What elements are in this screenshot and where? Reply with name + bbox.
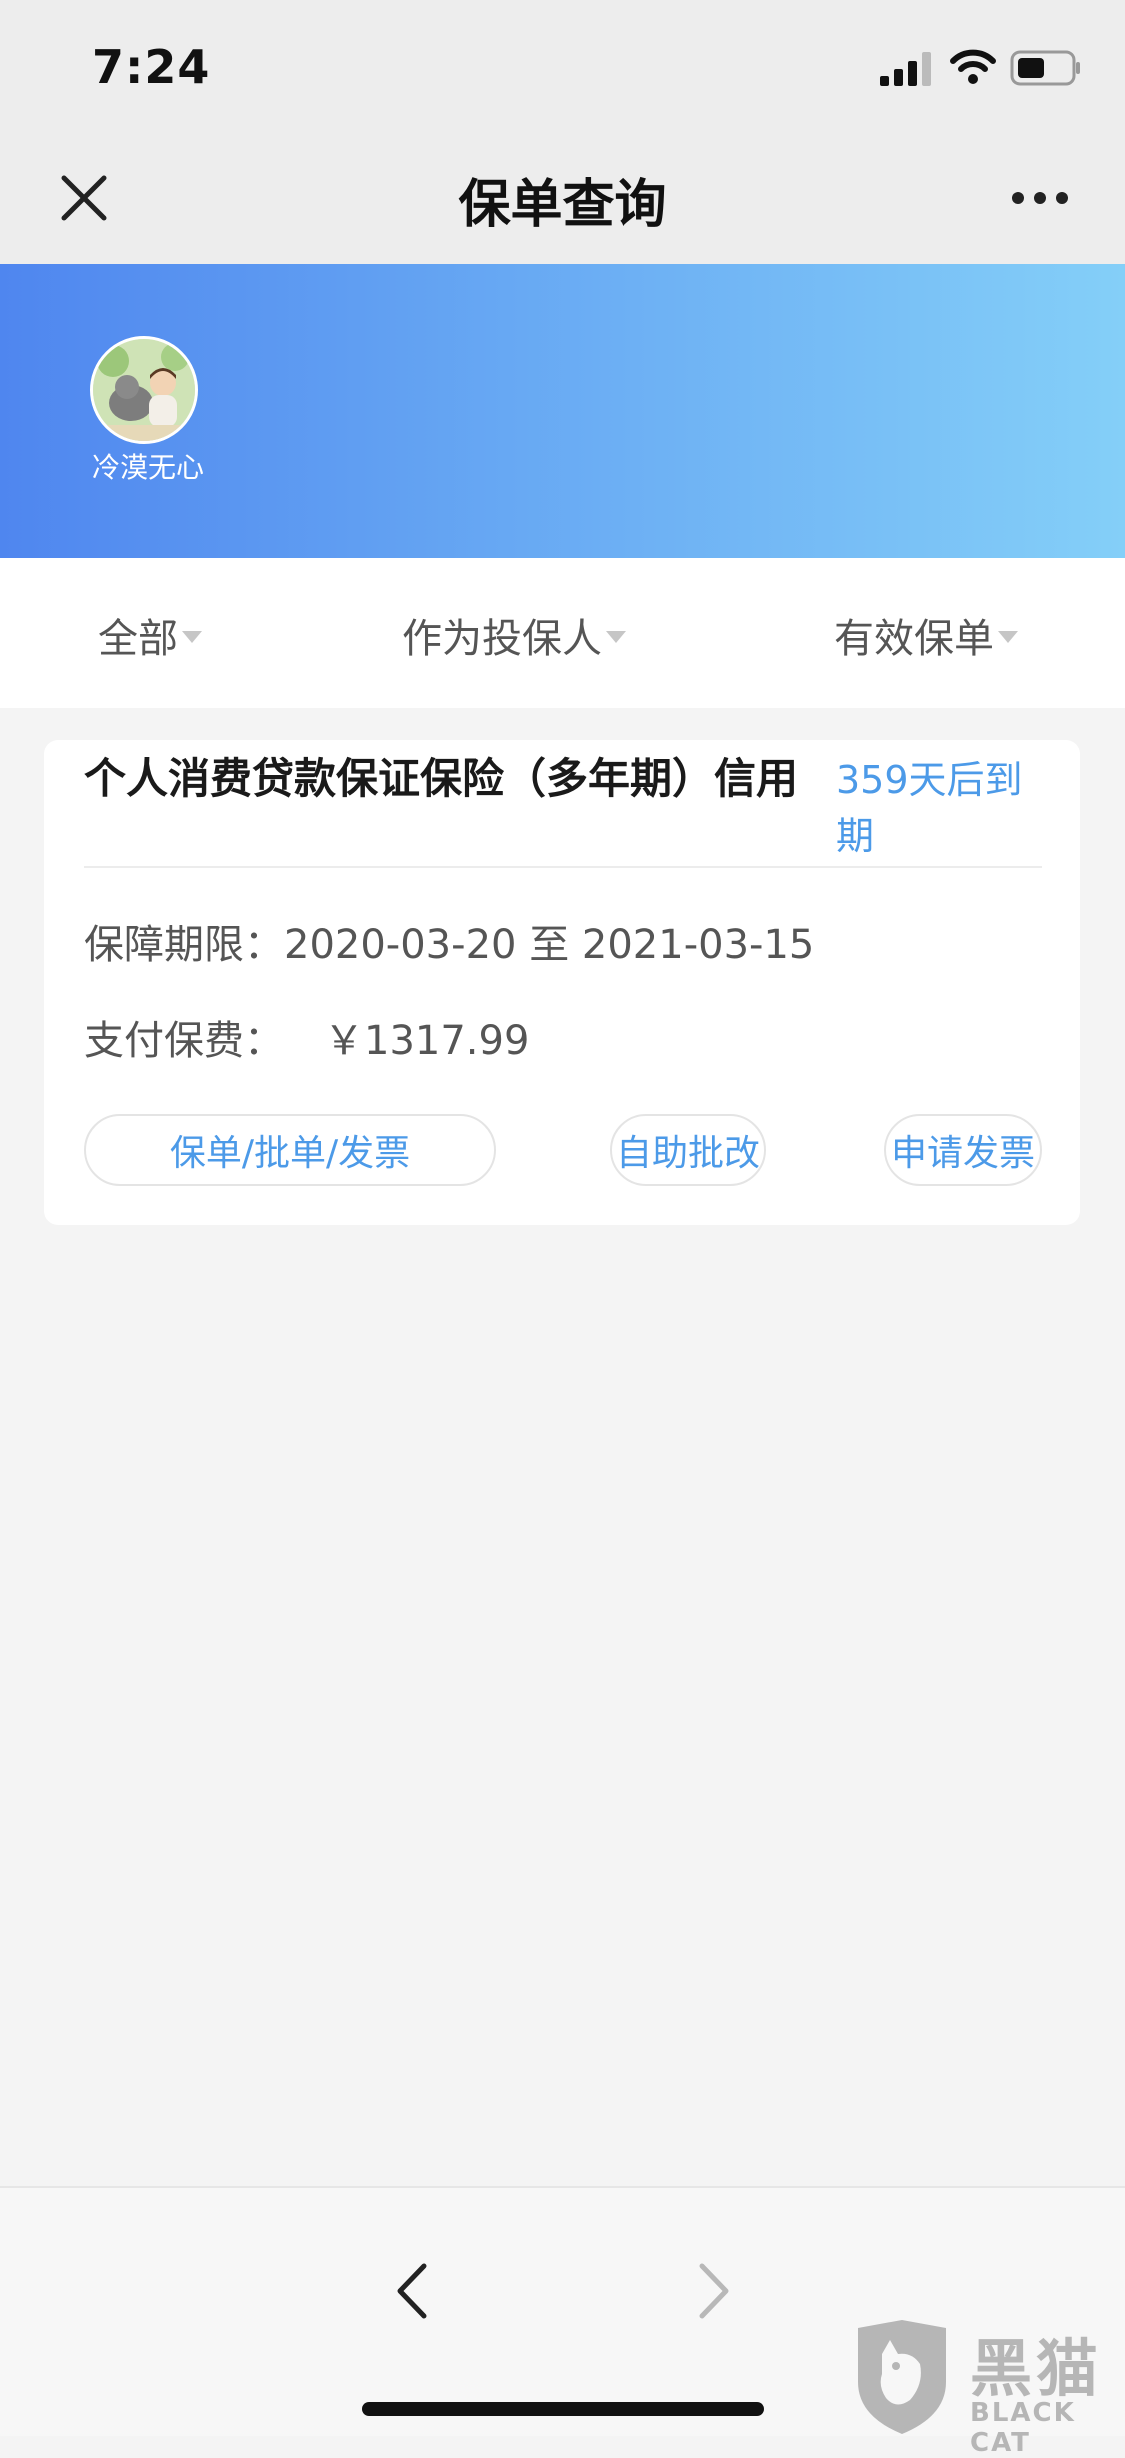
premium-amount: ￥1317.99 <box>324 1018 530 1064</box>
filter-role-dropdown[interactable]: 作为投保人 <box>402 606 626 664</box>
username: 冷漠无心 <box>91 451 204 484</box>
filter-status-label: 有效保单 <box>834 616 994 662</box>
watermark-subtitle: BLACK CAT <box>970 2398 1076 2458</box>
back-arrow-icon[interactable] <box>392 2260 432 2322</box>
more-icon[interactable] <box>1010 190 1070 206</box>
status-time: 7:24 <box>92 40 211 94</box>
expiry-status: 359天后到期 <box>836 758 1023 858</box>
avatar[interactable] <box>90 336 198 444</box>
home-indicator[interactable] <box>362 2402 764 2416</box>
self-endorse-button[interactable]: 自助批改 <box>610 1114 766 1186</box>
coverage-end: 2021-03-15 <box>581 922 815 968</box>
caret-down-icon <box>998 631 1018 643</box>
filter-scope-label: 全部 <box>98 616 178 662</box>
policy-name: 个人消费贷款保证保险（多年期）信用 <box>84 754 799 803</box>
filter-status-dropdown[interactable]: 有效保单 <box>834 606 1018 664</box>
caret-down-icon <box>606 631 626 643</box>
coverage-label: 保障期限： <box>84 922 284 968</box>
filter-role-label: 作为投保人 <box>402 616 602 662</box>
premium-paid: 支付保费： ￥1317.99 <box>84 1008 529 1066</box>
page-title: 保单查询 <box>458 175 667 235</box>
coverage-to: 至 <box>529 922 570 968</box>
premium-label: 支付保费： <box>84 1018 284 1064</box>
profile-banner: 冷漠无心 <box>0 264 1125 558</box>
filter-scope-dropdown[interactable]: 全部 <box>98 606 202 664</box>
documents-button[interactable]: 保单/批单/发票 <box>84 1114 496 1186</box>
avatar-image <box>93 339 195 441</box>
status-bar: 7:24 <box>0 0 1125 132</box>
request-invoice-button[interactable]: 申请发票 <box>884 1114 1042 1186</box>
caret-down-icon <box>182 631 202 643</box>
policy-card[interactable]: 个人消费贷款保证保险（多年期）信用 359天后到期 保障期限：2020-03-2… <box>44 740 1080 1225</box>
watermark: 黑猫 BLACK CAT <box>852 2318 1125 2458</box>
coverage-period: 保障期限：2020-03-20 至 2021-03-15 <box>84 912 814 970</box>
nav-bar: 保单查询 <box>0 132 1125 264</box>
black-cat-logo-icon <box>858 2320 946 2434</box>
battery-icon <box>1010 50 1080 86</box>
wifi-icon <box>950 49 996 84</box>
coverage-start: 2020-03-20 <box>284 922 517 968</box>
filter-bar: 全部 作为投保人 有效保单 <box>0 558 1125 708</box>
signal-icon <box>880 52 931 86</box>
watermark-title: 黑猫 <box>970 2332 1103 2405</box>
divider <box>84 866 1042 868</box>
forward-arrow-icon[interactable] <box>694 2260 734 2322</box>
